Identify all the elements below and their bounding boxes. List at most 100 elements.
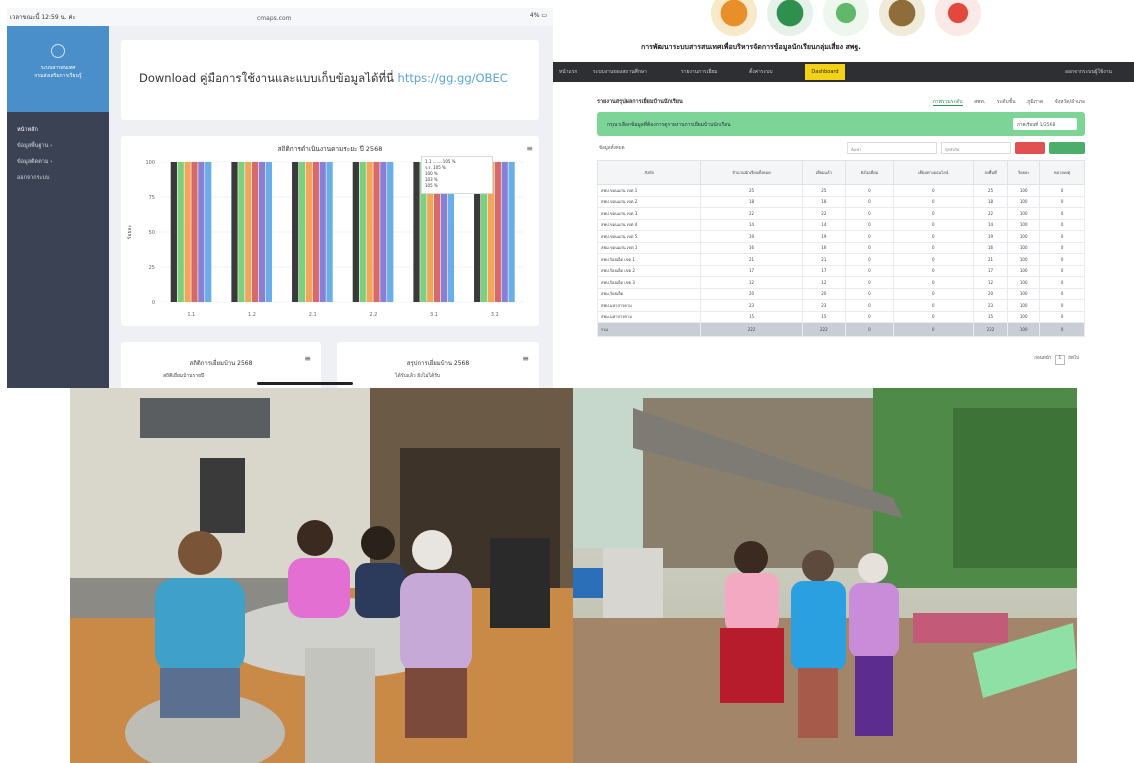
bar: [245, 162, 252, 302]
pager-page[interactable]: 1: [1054, 355, 1065, 365]
download-link[interactable]: https://gg.gg/OBEC: [398, 71, 508, 85]
table-cell: 0: [845, 287, 894, 300]
bar: [170, 162, 177, 302]
column-header[interactable]: ยังไม่เยี่ยม: [845, 160, 894, 185]
tab-province[interactable]: จังหวัด/อำเภอ: [1055, 99, 1085, 105]
table-cell: 18: [972, 195, 1009, 208]
search-input[interactable]: ค้นหา: [847, 142, 937, 154]
bar: [238, 162, 245, 302]
y-tick-label: 75: [149, 195, 155, 201]
column-header[interactable]: เยี่ยมแล้ว: [801, 160, 847, 185]
menu-icon[interactable]: ≡: [526, 144, 533, 153]
table-cell: 0: [1039, 322, 1085, 337]
bar: [319, 162, 326, 302]
status-bar: เวลาขณะนี้ 12:59 น. ค่ะ cmaps.com 4% ▭: [7, 8, 553, 26]
sidebar-item-basic-data[interactable]: ข้อมูลพื้นฐาน ›: [7, 138, 109, 154]
table-cell: 100: [1007, 207, 1041, 220]
table-cell: สพป.มหาสารคาม: [596, 299, 702, 312]
table-cell: 100: [1007, 241, 1041, 254]
bar: [198, 162, 205, 302]
column-header[interactable]: ร้อยละ: [1007, 160, 1041, 185]
tab-overview[interactable]: ภาพรวมระดับ: [932, 99, 963, 106]
column-header[interactable]: จำนวนนักเรียนทั้งหมด: [700, 160, 803, 185]
column-header[interactable]: สังกัด: [596, 160, 702, 185]
table-body: สพป.ขอนแก่น เขต 1 25 25 0 0 25 100 0 สพป.ขอนแก่น…: [596, 184, 1085, 337]
table-cell: สพม.ขอนแก่น เขต 1: [596, 241, 702, 254]
nav-item-settings[interactable]: ตั้งค่าระบบ: [749, 68, 773, 76]
bar: [191, 162, 198, 302]
card-title: สรุปการเยี่ยมบ้าน 2568: [406, 360, 470, 367]
nav-item-home[interactable]: หน้าแรก: [559, 68, 577, 76]
x-tick-label: 1.2: [248, 312, 256, 318]
term-select[interactable]: ภาคเรียนที่ 1/2568: [1013, 118, 1077, 130]
bar: [292, 162, 299, 302]
sidebar-nav: หน้าหลัก ข้อมูลพื้นฐาน › ข้อมูลติดตาม › …: [7, 122, 109, 186]
column-header[interactable]: ลงพื้นที่: [972, 160, 1009, 185]
table-cell: 100: [1007, 230, 1041, 243]
y-tick-label: 50: [149, 230, 155, 236]
table-cell: สพป.ขอนแก่น เขต 3: [596, 207, 702, 220]
table-cell: 0: [892, 299, 974, 312]
table-row: สพม.ร้อยเอ็ด 20 20 0 0 20 100 0: [596, 287, 1085, 300]
y-axis-label: ร้อยละ: [126, 225, 133, 240]
sidebar-item-follow-up[interactable]: ข้อมูลติดตาม ›: [7, 154, 109, 170]
table-cell: 16: [700, 241, 803, 254]
tab-region[interactable]: ภูมิภาค: [1027, 99, 1043, 105]
table-cell: 0: [845, 276, 894, 289]
table-cell: 18: [700, 195, 803, 208]
table-row: สพป.ร้อยเอ็ด เขต 2 17 17 0 0 17 100 0: [596, 264, 1085, 277]
nav-item-dashboard[interactable]: Dashboard: [805, 64, 845, 80]
excel-export-button[interactable]: [1049, 142, 1085, 154]
pdf-export-button[interactable]: [1015, 142, 1045, 154]
sidebar-item-logout[interactable]: ออกจากระบบ: [7, 170, 109, 186]
status-battery: 4% ▭: [529, 12, 547, 19]
table-cell: 15: [972, 310, 1009, 323]
table-cell: 25: [801, 184, 847, 197]
table-cell: 20: [700, 287, 803, 300]
table-row: สพป.ขอนแก่น เขต 3 22 22 0 0 22 100 0: [596, 207, 1085, 220]
table-cell: 23: [972, 299, 1009, 312]
table-cell: 0: [845, 195, 894, 208]
table-cell: 20: [972, 287, 1009, 300]
table-cell: 0: [892, 310, 974, 323]
tab-grade[interactable]: ระดับชั้น: [997, 99, 1016, 105]
download-label: Download คู่มือการใช้งานและแบบเก็บข้อมูล…: [139, 71, 394, 85]
table-cell: 100: [1007, 253, 1041, 266]
table-cell: 100: [1007, 322, 1041, 337]
collage: เวลาขณะนี้ 12:59 น. ค่ะ cmaps.com 4% ▭ ร…: [0, 0, 1134, 763]
bar: [312, 162, 319, 302]
sidebar-item-home[interactable]: หน้าหลัก: [7, 122, 109, 138]
table-cell: 19: [801, 230, 847, 243]
table-cell: 0: [845, 184, 894, 197]
x-tick-label: 3.2: [491, 312, 499, 318]
table-cell: 0: [1039, 299, 1085, 312]
menu-icon[interactable]: ≡: [522, 354, 529, 363]
table-cell: 0: [845, 253, 894, 266]
table-cell: 0: [892, 230, 974, 243]
table-cell: 12: [801, 276, 847, 289]
table-cell: 25: [700, 184, 803, 197]
table-cell: 22: [700, 207, 803, 220]
bar: [359, 162, 366, 302]
nav-item-report[interactable]: รายงานการเยี่ยม: [681, 68, 717, 76]
table-cell: 222: [700, 322, 803, 337]
table-cell: 100: [1007, 184, 1041, 197]
column-header[interactable]: เยี่ยมทางออนไลน์: [892, 160, 974, 185]
pager-next[interactable]: ถัดไป: [1068, 356, 1079, 361]
page-title: การพัฒนาระบบสารสนเทศเพื่อบริหารจัดการข้อ…: [641, 43, 861, 51]
table-cell: 222: [972, 322, 1009, 337]
menu-icon[interactable]: ≡: [304, 354, 311, 363]
filter-select[interactable]: ทุกสังกัด: [941, 142, 1011, 154]
table-cell: 0: [892, 218, 974, 231]
table-cell: 0: [1039, 195, 1085, 208]
bar: [258, 162, 266, 302]
nav-user[interactable]: ออกจากระบบผู้ใช้งาน: [1065, 68, 1112, 76]
pager-prev[interactable]: ก่อนหน้า: [1034, 356, 1051, 361]
table-cell: 0: [892, 322, 974, 337]
table-cell: 14: [801, 218, 847, 231]
x-tick-label: 2.2: [369, 312, 377, 318]
nav-item-school[interactable]: ระบบงานของสถานศึกษา: [593, 68, 647, 76]
column-header[interactable]: หมายเหตุ: [1039, 160, 1085, 185]
tab-area[interactable]: สพท.: [974, 99, 985, 105]
x-tick-label: 3.1: [430, 312, 438, 318]
